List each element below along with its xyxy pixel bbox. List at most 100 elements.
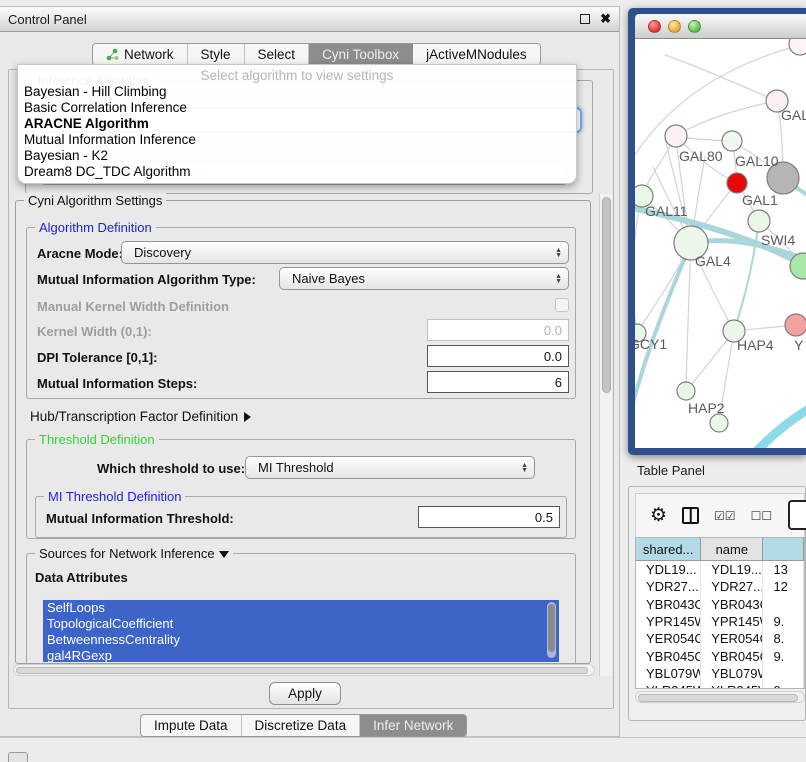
- table-row[interactable]: YBR043CYBR043C: [636, 596, 804, 613]
- table-horizontal-scrollbar[interactable]: [635, 691, 805, 703]
- table-row[interactable]: YPR145WYPR145W9.: [636, 613, 804, 630]
- column-header[interactable]: name: [701, 538, 763, 560]
- tab-select[interactable]: Select: [245, 44, 310, 65]
- table-cell: YBR045C: [636, 647, 701, 664]
- table-cell: YLR345W: [636, 682, 701, 689]
- cyni-algorithm-settings-group: Cyni Algorithm Settings Algorithm Defini…: [15, 200, 591, 664]
- node-label: HAP2: [688, 400, 725, 416]
- column-header[interactable]: shared...: [636, 538, 701, 560]
- table-cell: YPR145W: [636, 613, 701, 630]
- which-threshold-label: Which threshold to use:: [97, 461, 245, 476]
- table-cell: YLR345W: [701, 682, 763, 689]
- attribute-item[interactable]: gal4RGexp: [43, 648, 559, 662]
- float-window-icon[interactable]: [580, 14, 590, 24]
- attribute-item[interactable]: SelfLoops: [43, 600, 559, 616]
- tab-label: jActiveMNodules: [426, 47, 527, 62]
- table-row[interactable]: YDR27...YDR27...12: [636, 578, 804, 595]
- apply-button[interactable]: Apply: [269, 682, 341, 705]
- combo-stepper-icon: ▲▼: [555, 274, 562, 284]
- attribute-item[interactable]: BetweennessCentrality: [43, 632, 559, 648]
- function-builder-icon[interactable]: [788, 500, 806, 530]
- table-cell: YER054C: [636, 630, 701, 647]
- settings-horizontal-scrollbar-thumb[interactable]: [16, 667, 588, 674]
- algorithm-option[interactable]: ARACNE Algorithm: [18, 116, 576, 132]
- sources-group-title[interactable]: Sources for Network Inference: [35, 546, 233, 561]
- algorithm-option[interactable]: Bayesian - K2: [18, 148, 576, 164]
- table-header-row: shared...name: [636, 538, 804, 561]
- column-header[interactable]: [763, 538, 804, 560]
- mi-type-label: Mutual Information Algorithm Type:: [37, 272, 256, 287]
- algorithm-dropdown-popup: Select algorithm to view settings Bayesi…: [17, 64, 577, 184]
- tab-network[interactable]: Network: [93, 44, 188, 65]
- bottom-left-button[interactable]: [8, 752, 28, 762]
- node-salmon[interactable]: [785, 314, 806, 336]
- table-row[interactable]: YBL079WYBL079W: [636, 665, 804, 682]
- gear-icon[interactable]: ⚙: [650, 504, 667, 527]
- network-edge: [686, 243, 691, 391]
- table-panel-title: Table Panel: [628, 458, 806, 482]
- algorithm-option[interactable]: Bayesian - Hill Climbing: [18, 84, 576, 100]
- table-cell: 8.: [763, 630, 804, 647]
- tab-cyni-toolbox[interactable]: Cyni Toolbox: [309, 44, 413, 65]
- node-gal1[interactable]: [748, 210, 770, 232]
- table-row[interactable]: YER054CYER054C8.: [636, 630, 804, 647]
- algorithm-option[interactable]: Basic Correlation Inference: [18, 100, 576, 116]
- tab-jactivemnodules[interactable]: jActiveMNodules: [413, 44, 540, 65]
- table-panel-toolbar: ⚙ ☑☑ ☐☐: [635, 493, 805, 537]
- node-gal80[interactable]: [665, 125, 687, 147]
- mi-threshold-definition-group: MI Threshold Definition Mutual Informati…: [35, 496, 567, 538]
- table-cell: YBR045C: [701, 647, 763, 664]
- node-hap2[interactable]: [677, 382, 695, 400]
- node-red[interactable]: [727, 173, 747, 193]
- network-canvas[interactable]: GAL8GAL80GAL10GAL11GAL1SWI4GAL4GCY1HAP4Y…: [635, 39, 806, 448]
- unselect-all-checkboxes-icon[interactable]: ☐☐: [751, 509, 773, 523]
- mi-steps-field[interactable]: 6: [427, 371, 569, 393]
- table-cell: YBL079W: [701, 665, 763, 682]
- dpi-tolerance-field[interactable]: 0.0: [427, 345, 569, 367]
- tab-style[interactable]: Style: [188, 44, 245, 65]
- table-horizontal-scrollbar-thumb[interactable]: [638, 694, 798, 702]
- table-row[interactable]: YDL19...YDL19...13: [636, 561, 804, 578]
- aracne-mode-combo[interactable]: Discovery ▲▼: [121, 241, 569, 264]
- node-bottom[interactable]: [710, 414, 728, 432]
- zoom-traffic-light-icon[interactable]: [688, 20, 701, 33]
- table-row[interactable]: YBR045CYBR045C9.: [636, 647, 804, 664]
- mi-threshold-field[interactable]: 0.5: [418, 506, 560, 528]
- bottom-tab-infer-network[interactable]: Infer Network: [360, 715, 466, 736]
- combo-stepper-icon: ▲▼: [555, 248, 562, 258]
- manual-kernel-checkbox[interactable]: [555, 298, 569, 312]
- node-table[interactable]: shared...name YDL19...YDL19...13YDR27...…: [635, 537, 805, 689]
- split-columns-icon[interactable]: [682, 507, 699, 524]
- algorithm-option[interactable]: Dream8 DC_TDC Algorithm: [18, 164, 576, 180]
- bottom-tab-impute-data[interactable]: Impute Data: [141, 715, 242, 736]
- which-threshold-combo[interactable]: MI Threshold ▲▼: [245, 456, 535, 479]
- close-icon[interactable]: ✖: [600, 14, 611, 24]
- table-cell: YBR043C: [636, 596, 701, 613]
- select-all-checkboxes-icon[interactable]: ☑☑: [714, 509, 736, 523]
- node-top-cut[interactable]: [789, 39, 806, 55]
- table-row[interactable]: YLR345WYLR345W9.: [636, 682, 804, 689]
- settings-vertical-scrollbar[interactable]: [599, 194, 612, 676]
- hub-tf-definition-toggle[interactable]: Hub/Transcription Factor Definition: [30, 409, 251, 424]
- manual-kernel-label: Manual Kernel Width Definition: [37, 299, 229, 314]
- settings-horizontal-scrollbar[interactable]: [13, 664, 595, 676]
- algorithm-definition-title: Algorithm Definition: [35, 220, 156, 235]
- node-label: HAP4: [737, 337, 774, 353]
- node-label: Y: [794, 337, 804, 353]
- settings-vertical-scrollbar-thumb[interactable]: [602, 197, 611, 393]
- node-gal10[interactable]: [722, 131, 742, 151]
- close-traffic-light-icon[interactable]: [648, 20, 661, 33]
- attributes-scrollbar[interactable]: [547, 602, 556, 658]
- algorithm-definition-group: Algorithm Definition Aracne Mode: Discov…: [26, 227, 576, 399]
- minimize-traffic-light-icon[interactable]: [668, 20, 681, 33]
- mi-steps-value: 6: [555, 375, 562, 390]
- network-edge: [753, 403, 806, 448]
- settings-scrollpane: Cyni Algorithm Settings Algorithm Defini…: [11, 194, 613, 680]
- table-cell: YDL19...: [636, 561, 701, 578]
- bottom-tab-discretize-data[interactable]: Discretize Data: [242, 715, 361, 736]
- mi-type-combo[interactable]: Naive Bayes ▲▼: [279, 267, 569, 290]
- kernel-width-field[interactable]: 0.0: [427, 319, 569, 341]
- attributes-scrollbar-thumb[interactable]: [548, 604, 555, 652]
- attribute-item[interactable]: TopologicalCoefficient: [43, 616, 559, 632]
- algorithm-option[interactable]: Mutual Information Inference: [18, 132, 576, 148]
